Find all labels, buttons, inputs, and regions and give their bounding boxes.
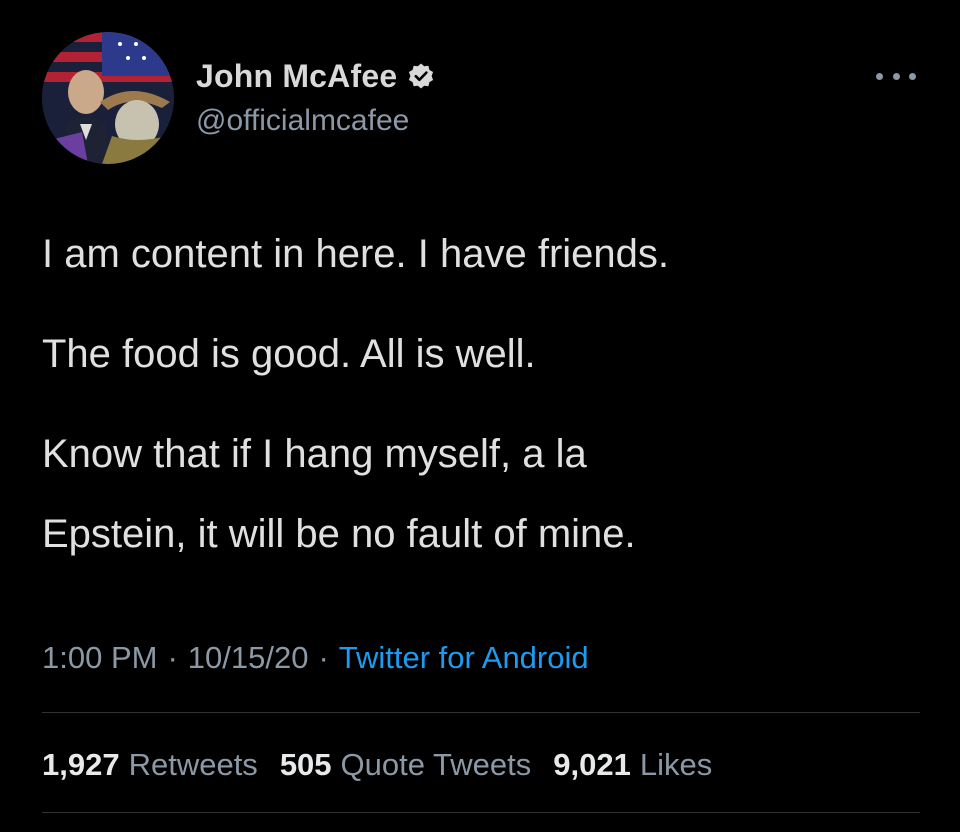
meta-separator: · xyxy=(318,640,329,675)
display-name[interactable]: John McAfee xyxy=(196,58,397,95)
tweet-time[interactable]: 1:00 PM xyxy=(42,640,157,676)
more-options-icon[interactable] xyxy=(876,66,916,86)
user-handle[interactable]: @officialmcafee xyxy=(196,104,409,138)
retweets-label: Retweets xyxy=(128,747,258,782)
avatar-image xyxy=(42,32,174,164)
more-dot xyxy=(909,72,916,80)
user-name-row: John McAfee xyxy=(196,56,435,96)
tweet-text-line: I am content in here. I have friends. xyxy=(42,232,670,276)
avatar[interactable] xyxy=(42,32,174,164)
retweets-stat[interactable]: 1,927 Retweets xyxy=(42,747,258,783)
retweets-count: 1,927 xyxy=(42,747,120,782)
more-dot xyxy=(876,72,883,80)
verified-badge-icon xyxy=(407,62,435,90)
divider xyxy=(42,812,920,813)
tweet-meta: 1:00 PM · 10/15/20 · Twitter for Android xyxy=(42,636,589,680)
meta-separator: · xyxy=(167,640,178,675)
quote-tweets-label: Quote Tweets xyxy=(340,747,532,782)
quote-tweets-count: 505 xyxy=(279,747,332,782)
tweet-text-line: Epstein, it will be no fault of mine. xyxy=(42,512,636,556)
more-dot xyxy=(892,72,900,80)
likes-count: 9,021 xyxy=(553,747,631,782)
likes-stat[interactable]: 9,021 Likes xyxy=(553,747,712,783)
likes-label: Likes xyxy=(639,747,713,782)
tweet-text-line: Know that if I hang myself, a la xyxy=(42,432,587,476)
tweet-text-line: The food is good. All is well. xyxy=(42,332,536,376)
tweet-source-link[interactable]: Twitter for Android xyxy=(339,640,589,676)
tweet-date[interactable]: 10/15/20 xyxy=(188,640,309,676)
divider xyxy=(42,712,920,713)
tweet-stats: 1,927 Retweets 505 Quote Tweets 9,021 Li… xyxy=(42,742,734,788)
quote-tweets-stat[interactable]: 505 Quote Tweets xyxy=(280,747,531,783)
